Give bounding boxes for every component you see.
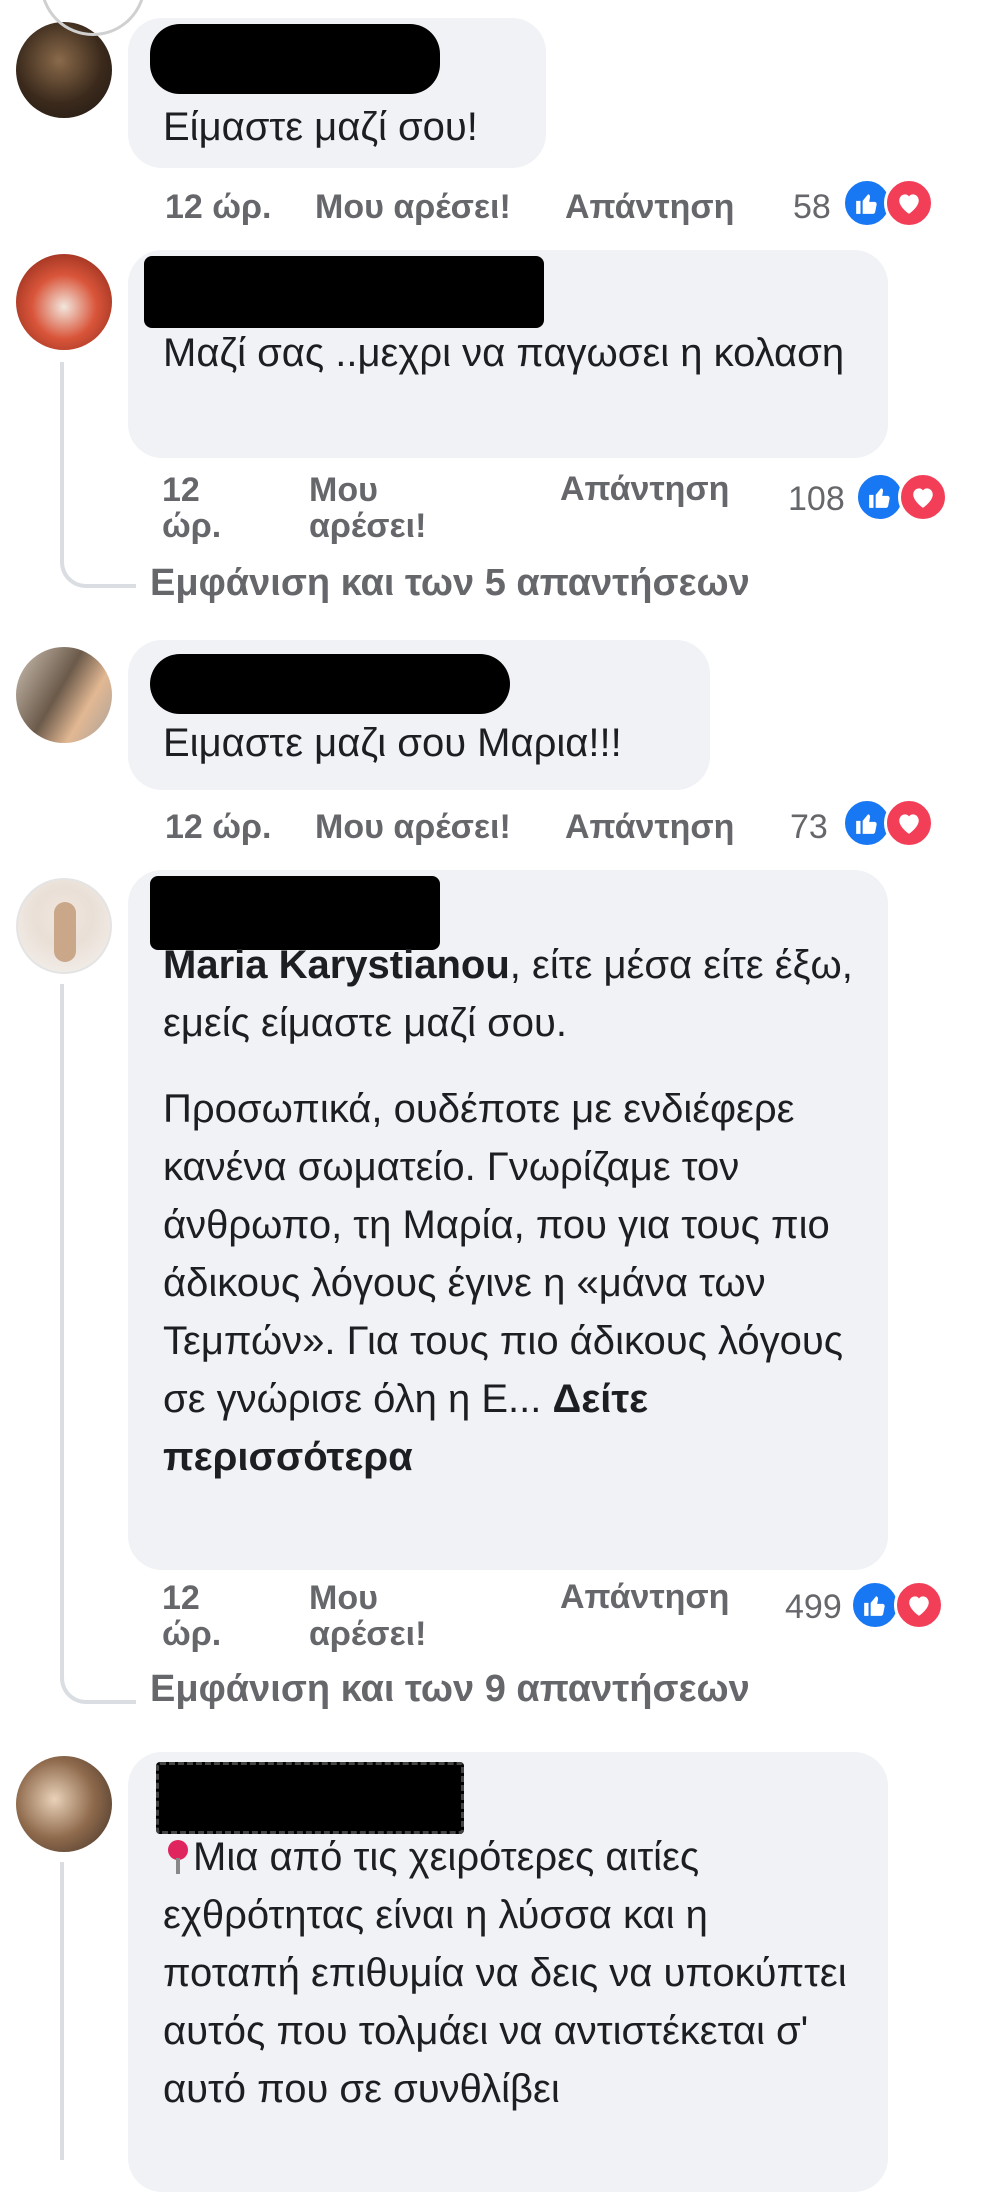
comment-bubble: Ειμαστε μαζι σου Μαρια!!! [128,640,710,790]
avatar[interactable] [16,22,112,118]
avatar[interactable] [16,254,112,350]
avatar-figure [54,902,76,962]
comment-text: Μια από τις χειρότερες αιτίες εχθρότητας… [163,1835,847,2111]
comment-bubble: Είμαστε μαζί σου! [128,18,546,168]
view-replies-link[interactable]: Εμφάνιση και των 5 απαντήσεων [150,562,750,605]
redacted-author-name [150,24,440,94]
love-icon[interactable] [884,798,934,848]
reply-link[interactable]: Απάντηση [565,188,734,226]
comment-text: Είμαστε μαζί σου! [163,105,478,149]
like-link[interactable]: Μου αρέσει! [309,1580,426,1652]
redacted-author-name [150,654,510,714]
reaction-count[interactable]: 73 [790,808,828,847]
like-link[interactable]: Μου αρέσει! [315,188,511,226]
reaction-count[interactable]: 58 [793,188,831,227]
avatar[interactable] [16,878,112,974]
love-icon[interactable] [898,472,948,522]
comment-text-paragraph: Προσωπικά, ουδέποτε με ενδιέφερε κανένα … [163,1087,844,1479]
view-replies-link[interactable]: Εμφάνιση και των 9 απαντήσεων [150,1668,750,1711]
reply-link[interactable]: Απάντηση [565,808,734,846]
comment-text: Μαζί σας ..μεχρι να παγωσει η κολαση [163,331,845,375]
like-link[interactable]: Μου αρέσει! [315,808,511,846]
thread-line [60,1862,64,2160]
like-icon[interactable] [850,1580,900,1630]
comment-time[interactable]: 12 ώρ. [162,1580,221,1652]
reaction-count[interactable]: 108 [788,480,845,519]
avatar[interactable] [16,1756,112,1852]
comment-text: Ειμαστε μαζι σου Μαρια!!! [163,721,622,765]
comment-time[interactable]: 12 ώρ. [165,188,271,226]
comment-text: Maria Karystianou, είτε μέσα είτε έξω, ε… [163,943,853,1045]
mention-link[interactable]: Maria Karystianou [163,943,510,987]
redacted-author-name [144,256,544,328]
reply-link[interactable]: Απάντηση [560,470,729,508]
comment-bubble: Μια από τις χειρότερες αιτίες εχθρότητας… [128,1752,888,2192]
thread-line [60,362,136,588]
reaction-count[interactable]: 499 [785,1588,842,1627]
love-icon[interactable] [884,178,934,228]
comment-time[interactable]: 12 ώρ. [165,808,271,846]
redacted-author-name [156,1762,464,1834]
like-link[interactable]: Μου αρέσει! [309,472,426,544]
round-pushpin-icon [163,1836,193,1876]
avatar[interactable] [16,647,112,743]
comment-time[interactable]: 12 ώρ. [162,472,221,544]
thread-line [60,984,136,1704]
love-icon[interactable] [894,1580,944,1630]
comment-bubble: Maria Karystianou, είτε μέσα είτε έξω, ε… [128,870,888,1570]
comment-bubble: Μαζί σας ..μεχρι να παγωσει η κολαση [128,250,888,458]
reply-link[interactable]: Απάντηση [560,1578,729,1616]
